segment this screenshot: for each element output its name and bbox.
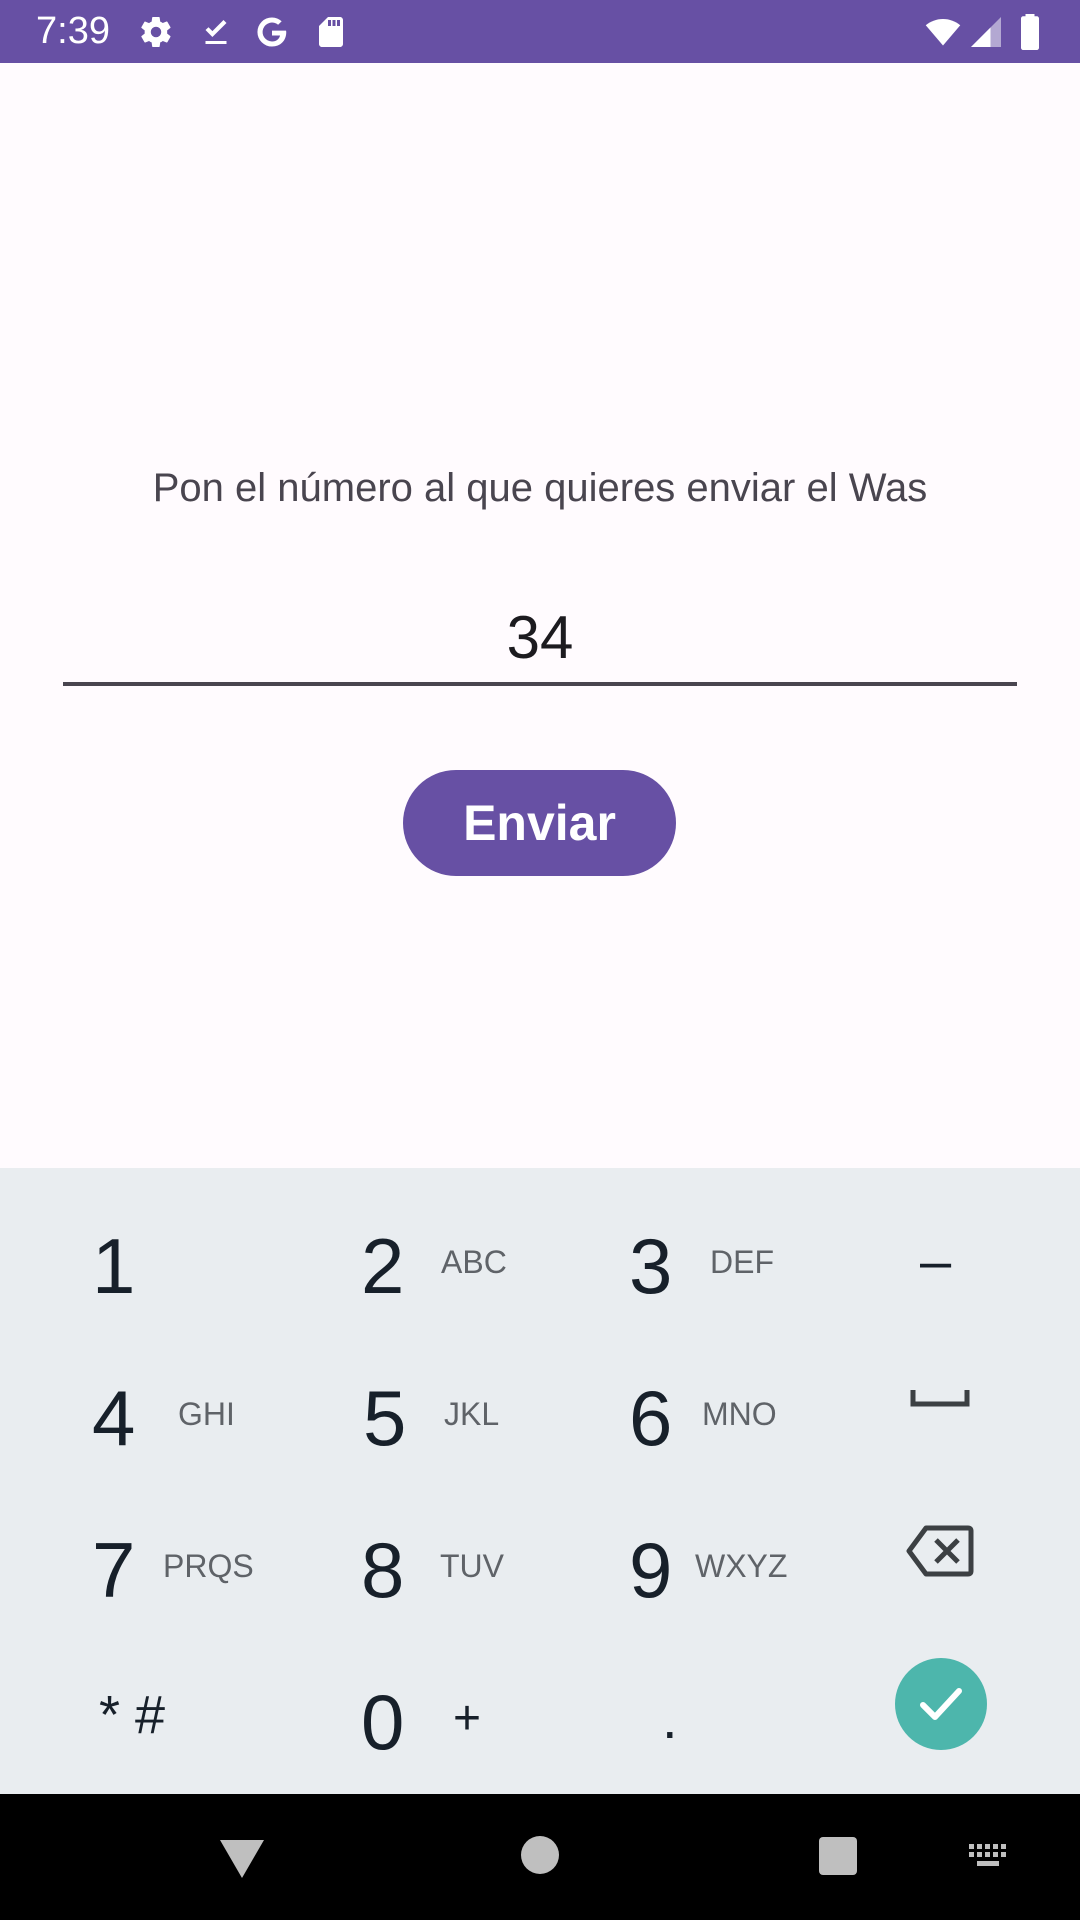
key-letters: DEF	[710, 1244, 774, 1280]
key-8[interactable]: 8 TUV	[270, 1472, 540, 1624]
key-2[interactable]: 2 ABC	[270, 1168, 540, 1320]
key-5[interactable]: 5 JKL	[270, 1320, 540, 1472]
key-letters: WXYZ	[695, 1548, 788, 1584]
key-7[interactable]: 7 PRQS	[0, 1472, 270, 1624]
backspace-icon	[906, 1524, 974, 1578]
key-symbol: * #	[99, 1685, 166, 1745]
key-space[interactable]	[810, 1320, 1080, 1472]
key-letters: TUV	[440, 1548, 504, 1584]
prompt-label: Pon el número al que quieres enviar el W…	[152, 466, 928, 510]
key-4[interactable]: 4 GHI	[0, 1320, 270, 1472]
key-6[interactable]: 6 MNO	[540, 1320, 810, 1472]
key-digit: 5	[363, 1374, 407, 1462]
key-letters: JKL	[444, 1396, 500, 1432]
key-digit: 9	[629, 1526, 673, 1614]
phone-number-field[interactable]	[63, 592, 1017, 686]
wifi-icon	[922, 14, 964, 50]
key-minus[interactable]: –	[810, 1168, 1080, 1320]
key-letters: ABC	[441, 1244, 507, 1280]
key-symbol: –	[920, 1229, 952, 1292]
check-icon[interactable]	[895, 1658, 987, 1750]
settings-icon	[138, 14, 174, 50]
key-9[interactable]: 9 WXYZ	[540, 1472, 810, 1624]
key-digit: 8	[361, 1526, 405, 1614]
key-plus: +	[453, 1692, 482, 1745]
keyboard-icon[interactable]	[967, 1842, 1011, 1870]
key-digit: 3	[629, 1222, 673, 1310]
key-0[interactable]: 0 +	[270, 1624, 540, 1776]
key-letters: PRQS	[163, 1548, 254, 1584]
cell-signal-icon	[968, 14, 1004, 50]
key-digit: 4	[92, 1374, 136, 1462]
key-digit: 0	[361, 1678, 405, 1766]
space-icon	[910, 1382, 970, 1410]
battery-icon	[1014, 14, 1046, 50]
navigation-bar	[0, 1794, 1080, 1920]
key-digit: 1	[92, 1222, 136, 1310]
back-icon[interactable]	[218, 1836, 266, 1880]
key-1[interactable]: 1	[0, 1168, 270, 1320]
key-period[interactable]: .	[540, 1624, 810, 1776]
key-3[interactable]: 3 DEF	[540, 1168, 810, 1320]
status-bar: 7:39	[0, 0, 1080, 63]
recents-icon[interactable]	[818, 1836, 858, 1876]
key-digit: 7	[92, 1526, 136, 1614]
home-icon[interactable]	[520, 1835, 560, 1875]
key-digit: 6	[629, 1374, 673, 1462]
send-button[interactable]: Enviar	[403, 770, 676, 876]
key-symbols[interactable]: * #	[0, 1624, 270, 1776]
key-symbol: .	[662, 1687, 678, 1750]
key-letters: GHI	[178, 1396, 235, 1432]
app-screen: 7:39 Pon el número al que quieres enviar…	[0, 0, 1080, 1920]
key-letters: MNO	[702, 1396, 777, 1432]
key-backspace[interactable]	[810, 1472, 1080, 1624]
google-icon	[254, 14, 290, 50]
sd-card-icon	[313, 14, 349, 50]
key-digit: 2	[361, 1222, 405, 1310]
download-done-icon	[198, 14, 234, 50]
status-time: 7:39	[36, 10, 110, 52]
